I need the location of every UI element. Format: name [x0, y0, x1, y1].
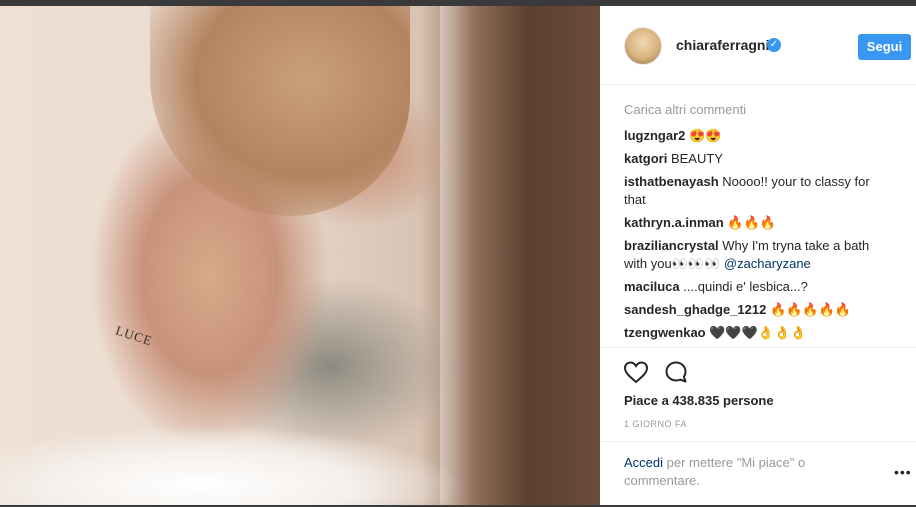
load-more-comments-link[interactable]: Carica altri commenti	[624, 102, 894, 118]
post-header: chiaraferragni ✓ Segui	[600, 6, 916, 85]
username-link[interactable]: chiaraferragni	[676, 37, 769, 53]
comment-username[interactable]: lugzngar2	[624, 128, 685, 143]
comment-text: 🖤🖤🖤👌👌👌	[709, 325, 807, 340]
heart-icon[interactable]	[623, 360, 649, 384]
photo-hair-area	[150, 6, 410, 216]
comment-username[interactable]: tzengwenkao	[624, 325, 706, 340]
post-image[interactable]: LUCE	[0, 6, 600, 505]
follow-button[interactable]: Segui	[858, 34, 911, 60]
login-prompt: Accedi per mettere "Mi piace" o commenta…	[600, 441, 916, 507]
comment-item: braziliancrystal Why I'm tryna take a ba…	[624, 237, 894, 273]
comment-item: lugzngar2 😍😍	[624, 127, 894, 145]
comment-item: maciluca ....quindi e' lesbica...?	[624, 278, 894, 296]
photo-foam-area	[0, 426, 470, 505]
speech-bubble-icon[interactable]	[664, 360, 688, 384]
comment-mention-link[interactable]: @zacharyzane	[724, 256, 811, 271]
comment-username[interactable]: katgori	[624, 151, 667, 166]
comment-username[interactable]: braziliancrystal	[624, 238, 719, 253]
login-prompt-text: Accedi per mettere "Mi piace" o commenta…	[624, 454, 834, 490]
login-link[interactable]: Accedi	[624, 455, 663, 470]
comment-text: ....quindi e' lesbica...?	[683, 279, 808, 294]
likes-count[interactable]: Piace a 438.835 persone	[624, 393, 774, 408]
comment-text: BEAUTY	[670, 151, 723, 166]
comment-item: isthatbenayash Noooo!! your to classy fo…	[624, 173, 894, 209]
verified-check-icon: ✓	[767, 38, 781, 52]
post-actions: Piace a 438.835 persone 1 GIORNO FA Acce…	[600, 347, 916, 506]
comment-text: 😍😍	[689, 128, 722, 143]
comment-text: 🔥🔥🔥	[727, 215, 776, 230]
post-side-panel: chiaraferragni ✓ Segui Carica altri comm…	[600, 6, 916, 505]
more-options-icon[interactable]: •••	[894, 464, 912, 480]
comment-item: kathryn.a.inman 🔥🔥🔥	[624, 214, 894, 232]
avatar[interactable]	[624, 27, 662, 65]
comment-item: tzengwenkao 🖤🖤🖤👌👌👌	[624, 324, 894, 342]
comment-username[interactable]: sandesh_ghadge_1212	[624, 302, 766, 317]
tattoo-text: LUCE	[113, 322, 155, 349]
comment-item: katgori BEAUTY	[624, 150, 894, 168]
comment-username[interactable]: maciluca	[624, 279, 680, 294]
post-timestamp[interactable]: 1 GIORNO FA	[624, 419, 687, 429]
comments-list: Carica altri commenti lugzngar2 😍😍 katgo…	[624, 102, 894, 347]
comment-username[interactable]: kathryn.a.inman	[624, 215, 724, 230]
comment-username[interactable]: isthatbenayash	[624, 174, 719, 189]
comment-item: sandesh_ghadge_1212 🔥🔥🔥🔥🔥	[624, 301, 894, 319]
comment-text: 🔥🔥🔥🔥🔥	[769, 302, 851, 317]
